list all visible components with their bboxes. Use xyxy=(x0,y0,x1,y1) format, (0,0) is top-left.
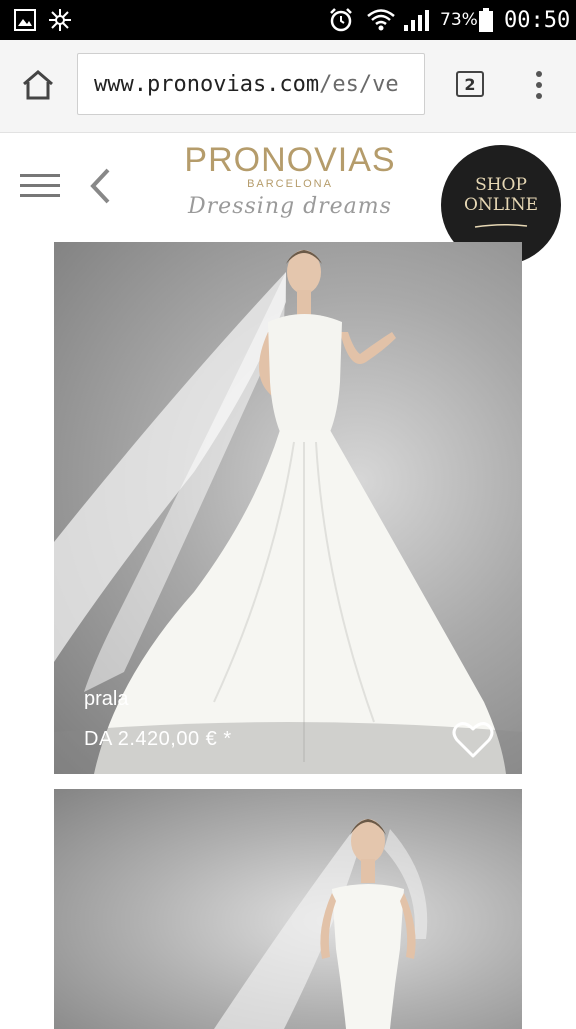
product-card[interactable] xyxy=(54,789,522,1029)
url-host: www.pronovias.com xyxy=(94,71,320,97)
signal-icon xyxy=(402,0,432,40)
brand-tagline: Dressing dreams xyxy=(188,194,392,219)
overflow-menu-icon[interactable] xyxy=(530,70,548,104)
shop-online-line1: SHOP xyxy=(475,175,527,195)
product-card[interactable]: prala DA 2.420,00 € * xyxy=(54,242,522,774)
wifi-icon xyxy=(366,0,396,40)
status-bar: 73% 00:50 xyxy=(0,0,576,40)
bride-dress-illustration xyxy=(214,819,428,1029)
site-header: PRONOVIAS BARCELONA Dressing dreams SHOP… xyxy=(0,133,576,265)
shop-online-line2: ONLINE xyxy=(463,195,539,215)
tabs-icon[interactable]: 2 xyxy=(456,71,484,97)
back-chevron-icon[interactable] xyxy=(88,167,112,209)
brand-name: PRONOVIAS xyxy=(184,141,396,179)
image-icon xyxy=(14,0,36,40)
brand-logo[interactable]: PRONOVIAS BARCELONA Dressing dreams xyxy=(150,141,430,219)
settings-burst-icon xyxy=(48,0,72,40)
shop-underline-flourish xyxy=(474,223,528,228)
product-price: DA 2.420,00 € * xyxy=(84,728,232,750)
battery-icon xyxy=(479,0,493,40)
product-name[interactable]: prala xyxy=(84,688,128,711)
home-icon[interactable] xyxy=(20,68,56,106)
battery-percent: 73% xyxy=(440,10,478,30)
hamburger-menu-icon[interactable] xyxy=(20,173,60,203)
brand-city: BARCELONA xyxy=(247,178,333,190)
url-path: /es/ve xyxy=(319,71,399,97)
clock: 00:50 xyxy=(504,7,571,33)
alarm-icon xyxy=(328,0,354,40)
heart-icon[interactable] xyxy=(452,720,494,760)
tab-count: 2 xyxy=(464,74,476,94)
url-bar[interactable]: www.pronovias.com/es/ve xyxy=(77,53,425,115)
browser-toolbar: www.pronovias.com/es/ve 2 xyxy=(0,40,576,133)
